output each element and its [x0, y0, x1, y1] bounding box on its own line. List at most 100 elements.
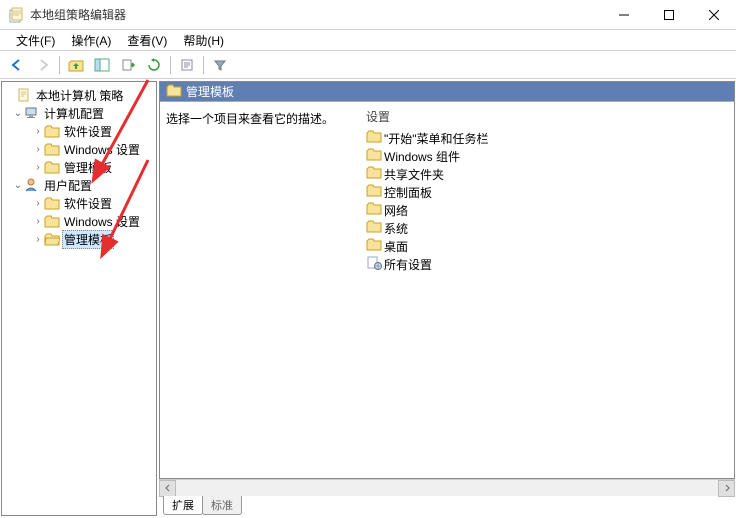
- folder-icon: [44, 213, 60, 229]
- tree-label: 软件设置: [62, 123, 114, 140]
- tree-root[interactable]: 本地计算机 策略: [2, 86, 156, 104]
- policy-icon: [16, 87, 32, 103]
- item-label: 共享文件夹: [384, 166, 444, 183]
- menu-action[interactable]: 操作(A): [63, 30, 119, 51]
- toolbar-separator-3: [203, 56, 204, 74]
- system-buttons: [601, 0, 736, 29]
- tree-label: 用户配置: [42, 177, 94, 194]
- folder-icon: [44, 141, 60, 157]
- expand-icon[interactable]: ›: [32, 162, 44, 173]
- tree-cc-admin[interactable]: › 管理模板: [2, 158, 156, 176]
- forward-button[interactable]: [31, 54, 55, 76]
- expand-icon[interactable]: ›: [32, 144, 44, 155]
- folder-icon: [366, 238, 382, 254]
- settings-list[interactable]: 设置 "开始"菜单和任务栏 Windows 组件 共享文件夹 控制面板 网络 系…: [360, 102, 734, 478]
- show-hide-tree-button[interactable]: [90, 54, 114, 76]
- list-item[interactable]: 系统: [364, 219, 730, 237]
- tree-label: 管理模板: [62, 159, 114, 176]
- scroll-left-button[interactable]: [159, 480, 176, 497]
- tree-label: 软件设置: [62, 195, 114, 212]
- tree-computer-config[interactable]: ⌄ 计算机配置: [2, 104, 156, 122]
- detail-body: 选择一个项目来查看它的描述。 设置 "开始"菜单和任务栏 Windows 组件 …: [159, 101, 735, 479]
- tree-uc-software[interactable]: › 软件设置: [2, 194, 156, 212]
- list-item[interactable]: 桌面: [364, 237, 730, 255]
- folder-icon: [366, 148, 382, 164]
- up-button[interactable]: [64, 54, 88, 76]
- menu-file[interactable]: 文件(F): [8, 30, 63, 51]
- tree-uc-admin[interactable]: › 管理模板: [2, 230, 156, 248]
- item-label: 所有设置: [384, 256, 432, 273]
- menu-view[interactable]: 查看(V): [119, 30, 175, 51]
- scroll-track[interactable]: [176, 480, 718, 496]
- folder-icon: [166, 84, 182, 100]
- tab-extended[interactable]: 扩展: [163, 496, 203, 515]
- collapse-icon[interactable]: ⌄: [12, 108, 24, 119]
- settings-icon: [366, 255, 382, 274]
- folder-icon: [44, 123, 60, 139]
- toolbar-separator-2: [170, 56, 171, 74]
- filter-button[interactable]: [208, 54, 232, 76]
- expand-icon[interactable]: ›: [32, 216, 44, 227]
- folder-icon: [366, 184, 382, 200]
- app-icon: [8, 7, 24, 23]
- back-button[interactable]: [5, 54, 29, 76]
- main-area: 本地计算机 策略 ⌄ 计算机配置 › 软件设置 › Windows 设置 › 管…: [0, 79, 736, 517]
- list-item[interactable]: 网络: [364, 201, 730, 219]
- description-text: 选择一个项目来查看它的描述。: [166, 110, 354, 127]
- folder-icon: [366, 202, 382, 218]
- item-label: 网络: [384, 202, 408, 219]
- user-icon: [24, 177, 40, 193]
- item-label: "开始"菜单和任务栏: [384, 130, 489, 147]
- detail-tabs: 扩展 标准: [159, 496, 735, 516]
- folder-icon: [366, 220, 382, 236]
- tree-label: 本地计算机 策略: [34, 87, 125, 104]
- horizontal-scrollbar[interactable]: [159, 479, 735, 496]
- tree-pane[interactable]: 本地计算机 策略 ⌄ 计算机配置 › 软件设置 › Windows 设置 › 管…: [1, 81, 157, 516]
- tree-label: 计算机配置: [42, 105, 106, 122]
- tab-standard[interactable]: 标准: [202, 496, 242, 515]
- title-bar: 本地组策略编辑器: [0, 0, 736, 30]
- expand-icon[interactable]: ›: [32, 198, 44, 209]
- expand-icon[interactable]: ›: [32, 234, 44, 245]
- tree-label: 管理模板: [62, 230, 114, 249]
- item-label: 桌面: [384, 238, 408, 255]
- list-item[interactable]: 所有设置: [364, 255, 730, 273]
- list-item[interactable]: 共享文件夹: [364, 165, 730, 183]
- item-label: 系统: [384, 220, 408, 237]
- description-column: 选择一个项目来查看它的描述。: [160, 102, 360, 478]
- item-label: 控制面板: [384, 184, 432, 201]
- export-button[interactable]: [116, 54, 140, 76]
- list-item[interactable]: 控制面板: [364, 183, 730, 201]
- tree-user-config[interactable]: ⌄ 用户配置: [2, 176, 156, 194]
- folder-icon: [44, 159, 60, 175]
- expand-icon[interactable]: ›: [32, 126, 44, 137]
- folder-icon: [44, 195, 60, 211]
- toolbar-separator: [59, 56, 60, 74]
- list-item[interactable]: "开始"菜单和任务栏: [364, 129, 730, 147]
- collapse-icon[interactable]: ⌄: [12, 180, 24, 191]
- detail-header-title: 管理模板: [186, 83, 234, 100]
- refresh-button[interactable]: [142, 54, 166, 76]
- tree-cc-windows[interactable]: › Windows 设置: [2, 140, 156, 158]
- properties-button[interactable]: [175, 54, 199, 76]
- folder-icon: [366, 166, 382, 182]
- menu-bar: 文件(F) 操作(A) 查看(V) 帮助(H): [0, 30, 736, 51]
- close-button[interactable]: [691, 0, 736, 29]
- list-item[interactable]: Windows 组件: [364, 147, 730, 165]
- folder-icon: [366, 130, 382, 146]
- window-title: 本地组策略编辑器: [30, 6, 601, 23]
- maximize-button[interactable]: [646, 0, 691, 29]
- detail-header: 管理模板: [159, 81, 735, 101]
- folder-open-icon: [44, 231, 60, 247]
- tree-cc-software[interactable]: › 软件设置: [2, 122, 156, 140]
- tree-uc-windows[interactable]: › Windows 设置: [2, 212, 156, 230]
- detail-pane: 管理模板 选择一个项目来查看它的描述。 设置 "开始"菜单和任务栏 Window…: [159, 81, 735, 516]
- list-header: 设置: [364, 108, 730, 125]
- minimize-button[interactable]: [601, 0, 646, 29]
- computer-icon: [24, 105, 40, 121]
- tree-label: Windows 设置: [62, 213, 142, 230]
- tree-label: Windows 设置: [62, 141, 142, 158]
- item-label: Windows 组件: [384, 148, 460, 165]
- scroll-right-button[interactable]: [718, 480, 735, 497]
- menu-help[interactable]: 帮助(H): [175, 30, 232, 51]
